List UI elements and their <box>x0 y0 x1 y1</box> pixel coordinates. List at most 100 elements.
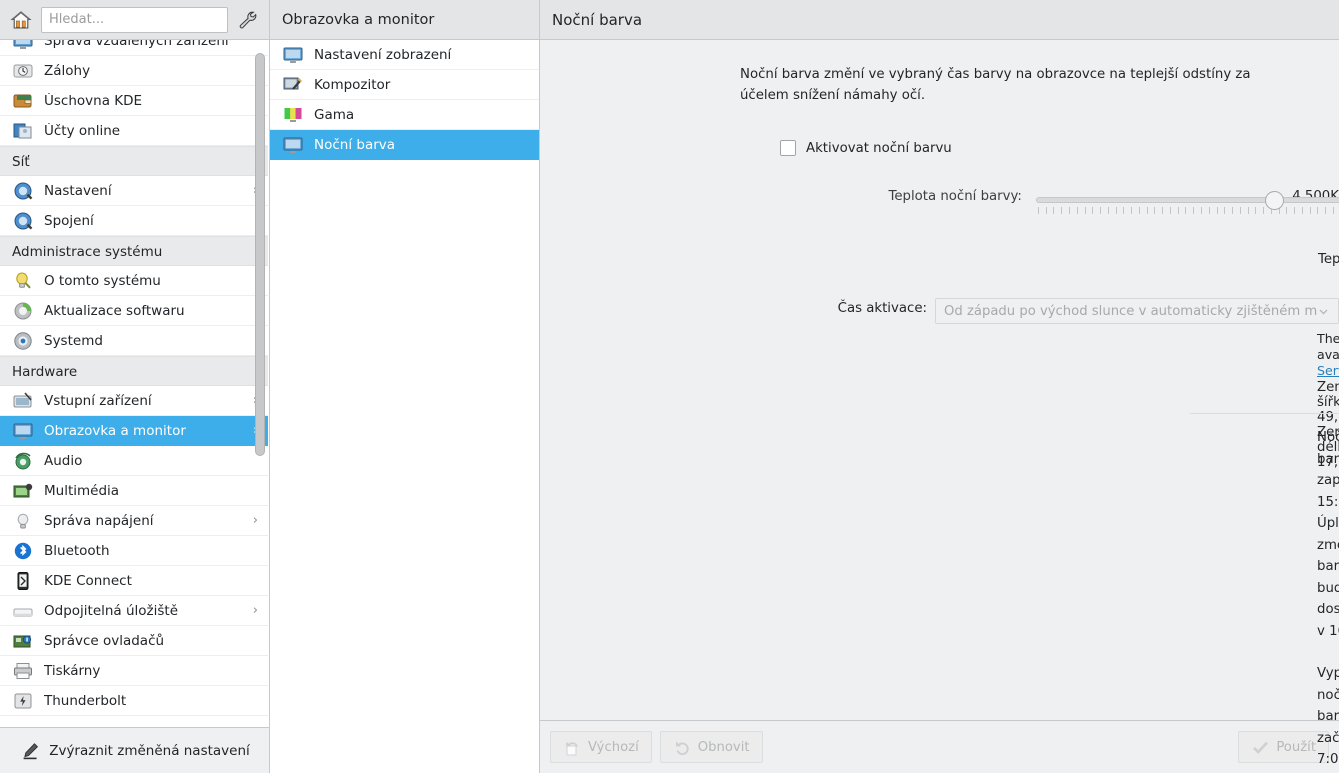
activate-night-color-checkbox[interactable] <box>780 140 796 156</box>
removable-storage-icon <box>13 608 33 616</box>
power-management-icon <box>17 513 29 528</box>
compositor-icon <box>283 77 302 90</box>
temperature-slider[interactable] <box>1030 187 1339 217</box>
activation-time-combobox[interactable]: Od západu po východ slunce v automaticky… <box>935 298 1339 324</box>
sidebar-item-schovna-kde[interactable]: Úschovna KDE <box>0 86 268 116</box>
wallet-icon <box>13 94 32 107</box>
schedule-line-2: Úplné změny barvy bude dosaženo v 16:31 <box>1317 516 1339 639</box>
sidebar-section-header: Hardware <box>0 356 268 386</box>
defaults-button[interactable]: Výchozí <box>550 731 652 763</box>
section-divider <box>1190 413 1339 414</box>
sidebar-scrollbar[interactable] <box>254 40 266 727</box>
activate-night-color-row[interactable]: Aktivovat noční barvu <box>780 140 952 156</box>
search-placeholder: Hledat... <box>49 12 105 27</box>
module-item-no-n-barva[interactable]: Noční barva <box>270 130 539 160</box>
sidebar-item-label: Nastavení <box>44 182 112 199</box>
temperature-row: Teplota noční barvy: 4 500K <box>540 187 1339 217</box>
sidebar-item-nastaven[interactable]: Nastavení› <box>0 176 268 206</box>
temperature-slider-ticks <box>1037 207 1339 214</box>
display-settings-icon <box>283 47 303 63</box>
sidebar-item-label: Odpojitelná úložiště <box>44 602 179 619</box>
night-color-icon <box>283 137 303 153</box>
sidebar-item-systemd[interactable]: Systemd <box>0 326 268 356</box>
computer-icon <box>13 40 33 49</box>
sidebar-item-label: Správa vzdálených zařízení <box>44 40 229 49</box>
sidebar-item-ty-online[interactable]: Účty online <box>0 116 268 146</box>
sidebar-scroll-area: Správa vzdálených zařízení Zálohy Úschovna… <box>0 40 269 727</box>
sidebar-item-label: Audio <box>44 452 83 469</box>
sidebar-item-label: Aktualizace softwaru <box>44 302 185 319</box>
module-column-header: Obrazovka a monitor <box>270 0 539 40</box>
module-item-kompozitor[interactable]: Kompozitor <box>270 70 539 100</box>
sidebar-item-spr-va-nap-jen[interactable]: Správa napájení › <box>0 506 268 536</box>
sidebar-item-kde-connect[interactable]: KDE Connect <box>0 566 268 596</box>
network-settings-icon <box>14 182 33 199</box>
sidebar-item-vstupn-za-zen[interactable]: Vstupní zařízení› <box>0 386 268 416</box>
temperature-label: Teplota noční barvy: <box>888 189 1022 204</box>
printers-icon <box>14 662 32 679</box>
highlight-changed-settings-button[interactable]: Zvýraznit změněná nastavení <box>0 727 269 773</box>
sidebar-item-label: Thunderbolt <box>44 692 127 709</box>
temperature-slider-handle[interactable] <box>1264 191 1284 210</box>
module-item-nastaven-zobrazen[interactable]: Nastavení zobrazení <box>270 40 539 70</box>
schedule-line-1: Noční barva se zapne v 15:30 <box>1317 430 1339 510</box>
chevron-down-icon <box>1319 309 1328 315</box>
software-update-icon <box>14 302 32 319</box>
sidebar-item-bluetooth[interactable]: Bluetooth <box>0 536 268 566</box>
checkmark-icon <box>1253 741 1269 754</box>
thunderbolt-icon <box>14 693 32 708</box>
module-item-label: Noční barva <box>314 136 396 153</box>
temperature-slider-groove[interactable] <box>1035 197 1339 203</box>
online-accounts-icon <box>13 123 32 138</box>
sidebar-item-spojen[interactable]: Spojení <box>0 206 268 236</box>
sidebar-item-label: Obrazovka a monitor <box>44 422 186 439</box>
sidebar-item-label: Úschovna KDE <box>44 92 143 109</box>
gps-note-text-1: The device's location will be periodical… <box>1317 331 1339 362</box>
main-footer: Výchozí Obnovit Použít <box>540 720 1339 773</box>
sidebar-item-label: Tiskárny <box>44 662 101 679</box>
sidebar-item-o-tomto-syst-mu[interactable]: O tomto systému <box>0 266 268 296</box>
highlight-changed-settings-label: Zvýraznit změněná nastavení <box>49 742 250 759</box>
driver-manager-icon <box>13 634 32 647</box>
page-title: Noční barva <box>540 0 1339 40</box>
sidebar-item-multim-dia[interactable]: Multimédia <box>0 476 268 506</box>
network-connections-icon <box>14 212 33 229</box>
apply-button[interactable]: Použít <box>1238 731 1329 763</box>
sidebar-scrollbar-thumb[interactable] <box>255 53 265 456</box>
sidebar-item-odpojiteln-lo-i-t[interactable]: Odpojitelná úložiště › <box>0 596 268 626</box>
apply-button-label: Použít <box>1276 739 1316 755</box>
activation-time-row: Čas aktivace: Od západu po východ slunce… <box>540 298 1339 324</box>
input-devices-icon <box>13 391 32 407</box>
sidebar-item-spr-vce-ovlada[interactable]: Správce ovladačů <box>0 626 268 656</box>
module-item-label: Nastavení zobrazení <box>314 46 452 63</box>
home-button[interactable] <box>8 7 34 33</box>
sidebar-item-label: Vstupní zařízení <box>44 392 152 409</box>
sidebar-item-tisk-rny[interactable]: Tiskárny <box>0 656 268 686</box>
sidebar-item-thunderbolt[interactable]: Thunderbolt <box>0 686 268 716</box>
activate-night-color-label: Aktivovat noční barvu <box>806 140 952 156</box>
sidebar-section-header: Síť <box>0 146 268 176</box>
sidebar-item-label: Zálohy <box>44 62 91 79</box>
sidebar-toolbar: Hledat... <box>0 0 269 40</box>
reset-button[interactable]: Obnovit <box>659 731 763 763</box>
module-item-label: Gama <box>314 106 355 123</box>
sidebar-item-obrazovka-a-monitor[interactable]: Obrazovka a monitor› <box>0 416 268 446</box>
sidebar-item-z-lohy[interactable]: Zálohy <box>0 56 268 86</box>
configure-button[interactable] <box>235 7 261 33</box>
sidebar-item-audio[interactable]: Audio <box>0 446 268 476</box>
activation-time-selected-option: Od západu po východ slunce v automaticky… <box>944 303 1317 319</box>
module-item-label: Kompozitor <box>314 76 391 93</box>
gps-note: The device's location will be periodical… <box>1317 331 1339 379</box>
wrench-icon <box>239 11 257 28</box>
module-item-gama[interactable]: Gama <box>270 100 539 130</box>
multimedia-icon <box>13 483 33 497</box>
search-input[interactable]: Hledat... <box>41 6 228 33</box>
main-panel: Noční barva Noční barva změní ve vybraný… <box>540 0 1339 773</box>
schedule-line-3: Vypínání noční barvy začne v 7:06 <box>1317 666 1339 767</box>
sidebar: Hledat... Správa vzdálených zařízení Zálo… <box>0 0 270 773</box>
module-column: Obrazovka a monitor Nastavení zobrazení K… <box>270 0 540 773</box>
sidebar-item-label: Bluetooth <box>44 542 110 559</box>
sidebar-item-aktualizace-softwaru[interactable]: Aktualizace softwaru <box>0 296 268 326</box>
sidebar-item-label: O tomto systému <box>44 272 161 289</box>
sidebar-item-spr-va-vzd-len-ch-za-zen[interactable]: Správa vzdálených zařízení <box>0 40 268 56</box>
